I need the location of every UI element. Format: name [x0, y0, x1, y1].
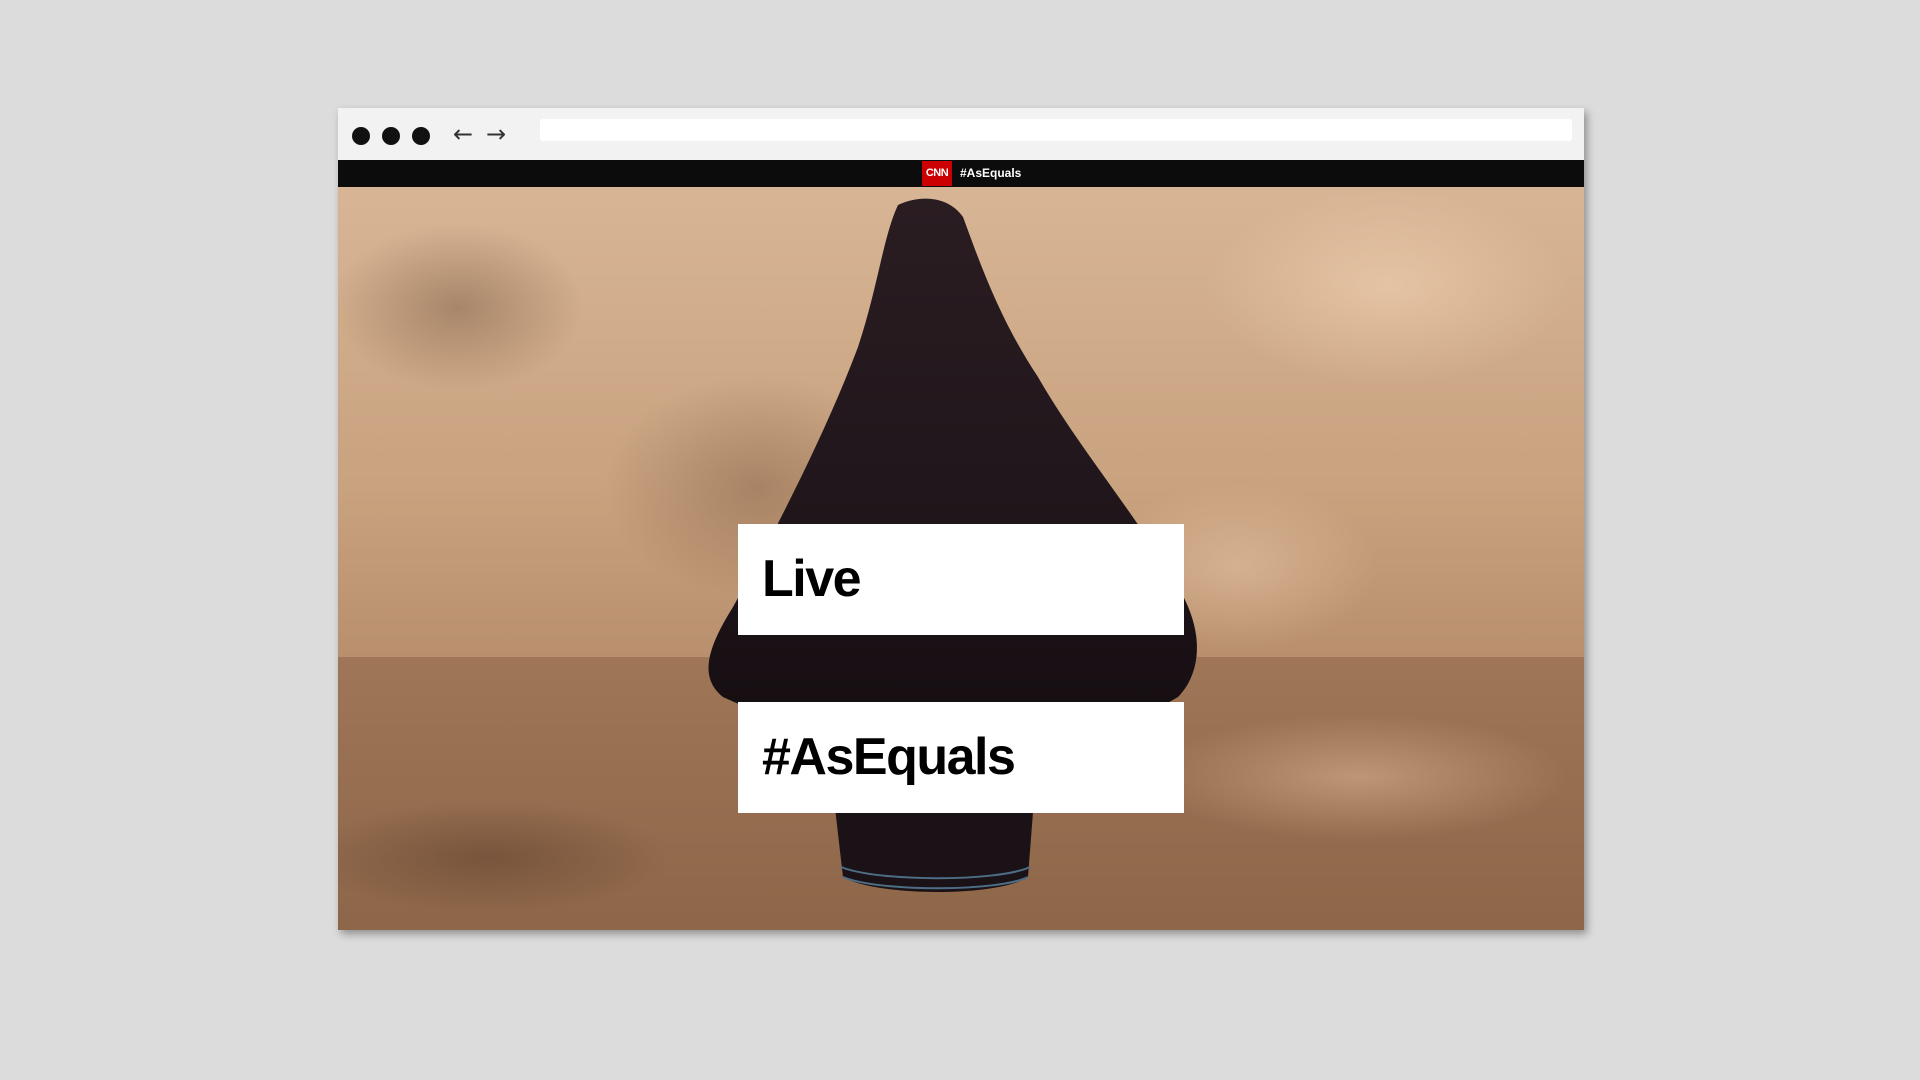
window-dot-icon[interactable]: [382, 127, 400, 145]
address-bar[interactable]: [540, 119, 1572, 141]
site-header: CNN #AsEquals: [338, 160, 1584, 187]
browser-window: ← → CNN #AsEquals Live #AsEquals: [338, 108, 1584, 930]
cnn-logo[interactable]: CNN: [922, 161, 952, 186]
hero-image: Live #AsEquals: [338, 187, 1584, 930]
arrow-left-icon[interactable]: ←: [449, 118, 477, 150]
veil-shape: [708, 198, 1197, 749]
hero-title-live: Live: [738, 524, 1184, 635]
arrow-right-icon[interactable]: →: [482, 118, 510, 150]
window-dot-icon[interactable]: [352, 127, 370, 145]
browser-toolbar: ← →: [338, 108, 1584, 160]
header-hashtag[interactable]: #AsEquals: [960, 160, 1021, 187]
window-dot-icon[interactable]: [412, 127, 430, 145]
hero-title-hashtag[interactable]: #AsEquals: [738, 702, 1184, 813]
